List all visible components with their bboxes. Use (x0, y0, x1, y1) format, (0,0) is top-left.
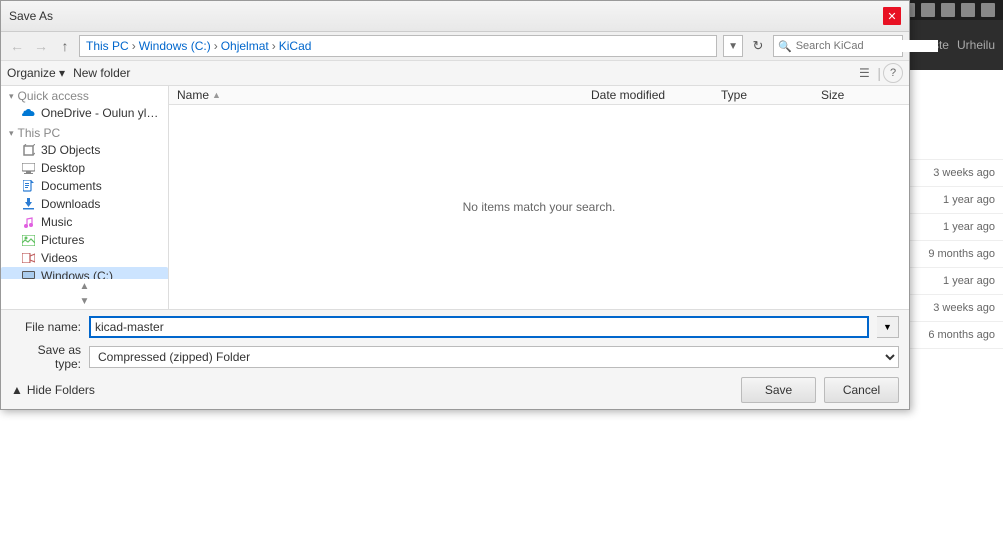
help-button[interactable]: ? (883, 63, 903, 83)
videos-icon (21, 251, 35, 265)
filename-input[interactable] (89, 316, 869, 338)
breadcrumb-sep2: › (214, 39, 218, 53)
onedrive-label: OneDrive - Oulun yliopisto (41, 106, 160, 120)
sidebar-item-pictures[interactable]: Pictures (1, 231, 168, 249)
cancel-button[interactable]: Cancel (824, 377, 899, 403)
up-button[interactable]: ↑ (55, 36, 75, 56)
breadcrumb-dropdown-button[interactable]: ▼ (723, 35, 743, 57)
refresh-button[interactable]: ↻ (747, 35, 769, 57)
pictures-icon (21, 233, 35, 247)
sidebar-scroll-down[interactable]: ▼ (1, 294, 168, 309)
new-folder-button[interactable]: New folder (73, 66, 130, 80)
action-buttons: Save Cancel (741, 377, 899, 403)
downloads-icon (21, 197, 35, 211)
quick-access-section: ▾ Quick access (1, 86, 168, 104)
quick-access-label: Quick access (18, 89, 89, 103)
col-size-header[interactable]: Size (821, 88, 901, 102)
dialog-title: Save As (9, 9, 53, 23)
desktop-label: Desktop (41, 161, 85, 175)
dialog-nav-toolbar: ← → ↑ This PC › Windows (C:) › Ohjelmat … (1, 32, 909, 61)
breadcrumb-sep3: › (272, 39, 276, 53)
dialog-buttons-row: ▲ Hide Folders Save Cancel (11, 377, 899, 403)
dialog-close-button[interactable]: ✕ (883, 7, 901, 25)
column-headers: Name ▲ Date modified Type Size (169, 86, 909, 105)
savetype-row: Save as type: Compressed (zipped) Folder (11, 343, 899, 371)
view-divider: | (877, 65, 881, 81)
save-button[interactable]: Save (741, 377, 816, 403)
search-box: 🔍 (773, 35, 903, 57)
dialog-body: ▾ Quick access OneDrive - Oulun yliopist… (1, 86, 909, 309)
breadcrumb-sep1: › (132, 39, 136, 53)
sidebar-scroll-up[interactable]: ▲ (1, 279, 168, 294)
downloads-label: Downloads (41, 197, 100, 211)
bg-urheilu-label: Urheilu (957, 38, 995, 52)
hide-folders-button[interactable]: ▲ Hide Folders (11, 383, 95, 397)
onedrive-icon (21, 106, 35, 120)
empty-message: No items match your search. (169, 105, 909, 309)
filename-label: File name: (11, 320, 81, 334)
breadcrumb-windows[interactable]: Windows (C:) (139, 39, 211, 53)
sidebar-item-windows-c[interactable]: Windows (C:) (1, 267, 168, 279)
col-name-header[interactable]: Name ▲ (177, 88, 591, 102)
sidebar-item-3dobjects[interactable]: 3D Objects (1, 141, 168, 159)
dialog-titlebar: Save As ✕ (1, 1, 909, 32)
breadcrumb: This PC › Windows (C:) › Ohjelmat › KiCa… (79, 35, 717, 57)
breadcrumb-kicad[interactable]: KiCad (279, 39, 312, 53)
breadcrumb-this-pc[interactable]: This PC (86, 39, 129, 53)
filename-dropdown-button[interactable]: ▼ (877, 316, 899, 338)
col-date-header[interactable]: Date modified (591, 88, 721, 102)
search-input[interactable] (796, 40, 938, 52)
music-label: Music (41, 215, 72, 229)
videos-label: Videos (41, 251, 77, 265)
search-icon: 🔍 (778, 40, 792, 53)
forward-button[interactable]: → (31, 36, 51, 56)
sidebar: ▾ Quick access OneDrive - Oulun yliopist… (1, 86, 168, 279)
sidebar-container: ▾ Quick access OneDrive - Oulun yliopist… (1, 86, 169, 309)
savetype-label: Save as type: (11, 343, 81, 371)
savetype-select[interactable]: Compressed (zipped) Folder (89, 346, 899, 368)
sidebar-item-music[interactable]: Music (1, 213, 168, 231)
dialog-bottom: File name: ▼ Save as type: Compressed (z… (1, 309, 909, 409)
documents-label: Documents (41, 179, 102, 193)
save-as-dialog: Save As ✕ ← → ↑ This PC › Windows (C:) ›… (0, 0, 910, 410)
sidebar-item-downloads[interactable]: Downloads (1, 195, 168, 213)
back-button[interactable]: ← (7, 36, 27, 56)
view-icon-button[interactable]: ☰ (853, 63, 875, 83)
documents-icon (21, 179, 35, 193)
breadcrumb-ohjelmat[interactable]: Ohjelmat (221, 39, 269, 53)
organize-button[interactable]: Organize ▾ (7, 66, 65, 80)
3dobjects-icon (21, 143, 35, 157)
col-name-sort-icon: ▲ (212, 90, 221, 100)
windows-drive-icon (21, 269, 35, 279)
music-icon (21, 215, 35, 229)
3dobjects-label: 3D Objects (41, 143, 100, 157)
organize-toolbar: Organize ▾ New folder ☰ | ? (1, 61, 909, 86)
filename-row: File name: ▼ (11, 316, 899, 338)
pictures-label: Pictures (41, 233, 84, 247)
hide-folders-label: Hide Folders (27, 383, 95, 397)
main-content: Name ▲ Date modified Type Size No items … (169, 86, 909, 309)
this-pc-section: ▾ This PC (1, 122, 168, 141)
sidebar-item-desktop[interactable]: Desktop (1, 159, 168, 177)
desktop-icon (21, 161, 35, 175)
sidebar-item-videos[interactable]: Videos (1, 249, 168, 267)
sidebar-item-documents[interactable]: Documents (1, 177, 168, 195)
col-type-header[interactable]: Type (721, 88, 821, 102)
view-options: ☰ | ? (853, 63, 903, 83)
hide-folders-arrow: ▲ (11, 383, 23, 397)
windows-drive-label: Windows (C:) (41, 269, 113, 279)
sidebar-item-onedrive[interactable]: OneDrive - Oulun yliopisto (1, 104, 168, 122)
this-pc-label: This PC (18, 126, 61, 140)
